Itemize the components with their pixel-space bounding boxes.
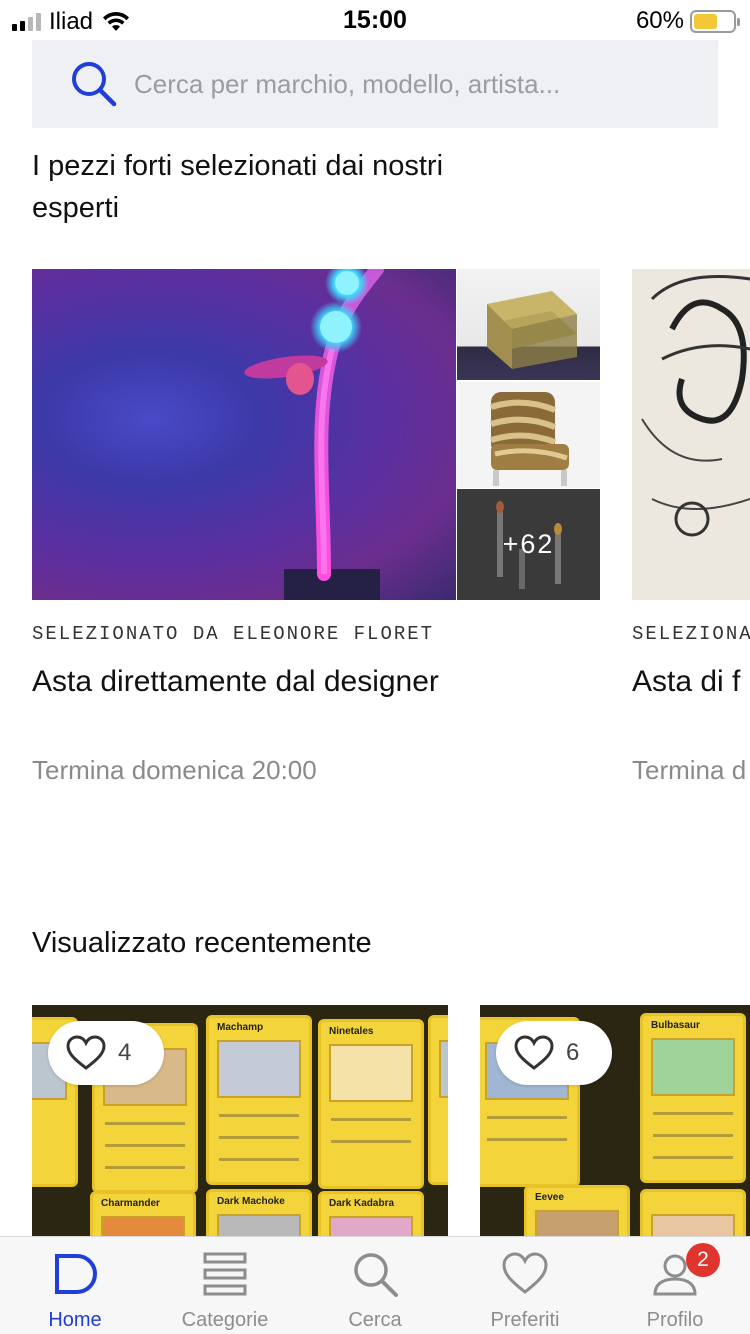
recent-section-title: Visualizzato recentemente [32, 927, 372, 959]
featured-thumb-2[interactable] [457, 382, 600, 488]
search-icon [72, 62, 117, 107]
card-curator: SELEZIONATO DA ELEONORE FLORET [32, 623, 435, 645]
card-title[interactable]: Asta di f [632, 665, 740, 699]
notification-badge: 2 [686, 1243, 720, 1277]
like-button[interactable]: 4 [48, 1021, 164, 1085]
search-input[interactable] [134, 68, 694, 100]
tab-label: Categorie [181, 1309, 269, 1331]
tab-label: Home [48, 1309, 102, 1331]
heart-icon [66, 1035, 106, 1070]
battery-icon [690, 9, 740, 33]
like-count: 4 [118, 1039, 132, 1066]
card-name: Dark Kadabra [329, 1198, 395, 1209]
battery-level [694, 13, 717, 29]
tab-profile[interactable]: Profilo 2 [600, 1237, 750, 1334]
card-name: Machamp [217, 1022, 264, 1033]
chair-photo [490, 392, 569, 486]
featured-thumb-more[interactable]: +62 [457, 489, 600, 600]
tab-favorites[interactable]: Preferiti [450, 1237, 600, 1334]
card-curator: SELEZIONA [632, 623, 750, 645]
search-icon [354, 1253, 398, 1297]
battery-percent: 60% [635, 7, 684, 34]
featured-next-image[interactable] [632, 269, 750, 600]
card-end-time: Termina domenica 20:00 [32, 755, 317, 785]
card-name: Eevee [535, 1192, 564, 1203]
recent-item[interactable]: Bulbasaur Eevee 6 [480, 1005, 750, 1240]
home-icon [55, 1254, 97, 1294]
heart-icon [502, 1252, 548, 1294]
tab-label: Profilo [646, 1309, 704, 1331]
tab-categories[interactable]: Categorie [150, 1237, 300, 1334]
card-name: Ninetales [329, 1026, 374, 1037]
tab-label: Cerca [348, 1309, 402, 1331]
categories-icon [203, 1252, 247, 1296]
heart-icon [514, 1035, 554, 1070]
recent-item[interactable]: Machamp Ninetales Charmander Dark Machok… [32, 1005, 448, 1240]
featured-thumb-1[interactable] [457, 269, 600, 380]
tab-label: Preferiti [490, 1309, 560, 1331]
like-count: 6 [566, 1039, 580, 1066]
featured-section-title: I pezzi forti selezionati dai nostri esp… [32, 150, 444, 224]
featured-main-image[interactable] [32, 269, 456, 600]
tab-bar: Home Categorie Cerca Preferiti Profilo 2 [0, 1236, 750, 1334]
lamp-photo [244, 269, 384, 600]
like-button[interactable]: 6 [496, 1021, 612, 1085]
card-name: Charmander [101, 1198, 160, 1209]
drawing-photo [641, 275, 750, 537]
tab-home[interactable]: Home [0, 1237, 150, 1334]
status-right: 60% [635, 7, 740, 35]
status-bar: Iliad 15:00 60% [0, 0, 750, 40]
card-name: Bulbasaur [651, 1020, 700, 1031]
more-images-count: +62 [502, 529, 555, 559]
shelf-photo [487, 291, 577, 369]
search-bar[interactable] [32, 40, 718, 128]
tab-search[interactable]: Cerca [300, 1237, 450, 1334]
featured-card-next[interactable]: SELEZIONA Asta di f Termina d [632, 269, 750, 789]
card-end-time: Termina d [632, 755, 747, 785]
card-title[interactable]: Asta direttamente dal designer [32, 665, 439, 699]
card-name: Dark Machoke [217, 1196, 285, 1207]
